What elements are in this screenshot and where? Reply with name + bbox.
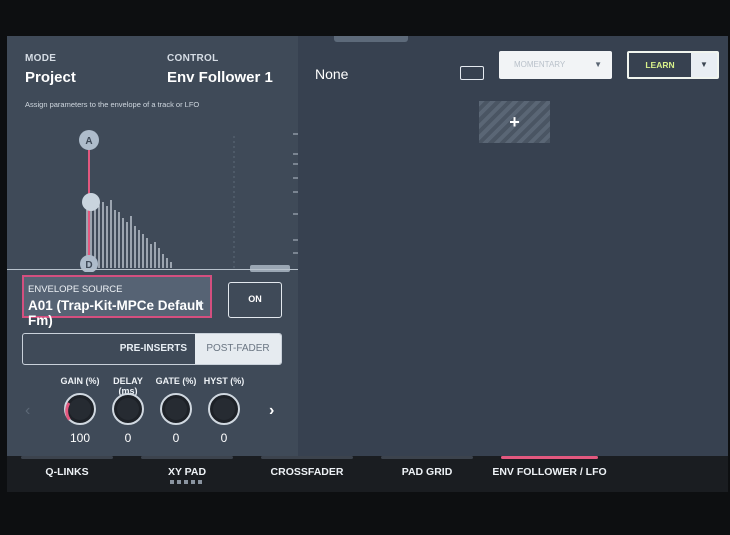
tab-q-links[interactable]: Q-LINKS	[7, 456, 127, 492]
gain-knob[interactable]	[62, 391, 98, 427]
post-fader-option[interactable]: POST-FADER	[195, 334, 281, 364]
hyst-label: HYST (%)	[203, 376, 245, 386]
gate-value: 0	[172, 431, 180, 445]
pre-inserts-option[interactable]: PRE-INSERTS	[23, 334, 195, 364]
on-button[interactable]: ON	[228, 282, 282, 318]
assignment-panel: None MOMENTARY ▼ LEARN ▼ +	[298, 36, 728, 456]
chevron-down-icon: ▼	[195, 299, 204, 309]
envelope-source-dropdown[interactable]: ENVELOPE SOURCE A01 (Trap-Kit-MPCe Defau…	[22, 275, 212, 328]
tab-label: XY PAD	[167, 466, 207, 478]
drawer-handle[interactable]	[334, 36, 408, 42]
envelope-point-handle[interactable]	[82, 193, 100, 211]
marker-a-label: A	[85, 136, 92, 147]
tab-indicator	[501, 456, 598, 459]
target-name: None	[315, 66, 349, 82]
tab-env-follower-lfo[interactable]: ENV FOLLOWER / LFO	[487, 456, 612, 492]
insert-position-toggle[interactable]: PRE-INSERTS POST-FADER	[22, 333, 282, 365]
gain-label: GAIN (%)	[60, 376, 100, 386]
mode-dropdown[interactable]: MOMENTARY ▼	[499, 51, 612, 79]
mode-dropdown-value: MOMENTARY	[514, 60, 566, 69]
chevron-left-icon[interactable]: ‹	[25, 402, 30, 420]
gate-knob[interactable]	[158, 391, 194, 427]
learn-button[interactable]: LEARN ▼	[627, 51, 719, 79]
description-text: Assign parameters to the envelope of a t…	[25, 100, 200, 109]
tab-label: Q-LINKS	[45, 466, 89, 478]
envelope-source-value: A01 (Trap-Kit-MPCe Default Fm)	[28, 298, 204, 328]
tab-indicator	[261, 456, 353, 459]
delay-knob[interactable]	[110, 391, 146, 427]
env-follower-settings-panel: MODE Project CONTROL Env Follower 1 Assi…	[7, 36, 299, 456]
bottom-tab-bar: Q-LINKS XY PAD CROSSFADER PAD GRID ENV F…	[7, 456, 728, 492]
delay-value: 0	[124, 431, 132, 445]
graph-baseline	[7, 269, 298, 270]
touch-screen: MODE Project CONTROL Env Follower 1 Assi…	[7, 36, 728, 456]
control-value[interactable]: Env Follower 1	[167, 69, 273, 86]
waveform	[86, 196, 172, 268]
control-label: CONTROL	[167, 53, 219, 64]
tab-indicator	[21, 456, 113, 459]
chevron-down-icon: ▼	[594, 60, 602, 69]
tab-label: CROSSFADER	[270, 466, 344, 478]
envelope-graph[interactable]: A D	[19, 126, 299, 272]
tab-crossfader[interactable]: CROSSFADER	[247, 456, 367, 492]
envelope-source-label: ENVELOPE SOURCE	[28, 284, 123, 295]
gate-label: GATE (%)	[155, 376, 197, 386]
mode-label: MODE	[25, 53, 57, 64]
keyboard-icon[interactable]	[460, 66, 484, 80]
graph-grid	[233, 133, 299, 268]
tab-xy-pad[interactable]: XY PAD	[127, 456, 247, 492]
learn-label: LEARN	[645, 60, 675, 70]
page-dots	[170, 480, 202, 484]
hyst-knob[interactable]	[206, 391, 242, 427]
add-assignment-button[interactable]: +	[479, 101, 550, 143]
chevron-right-icon[interactable]: ›	[269, 402, 274, 420]
hyst-value: 0	[220, 431, 228, 445]
tab-indicator	[381, 456, 473, 459]
chevron-down-icon[interactable]: ▼	[691, 53, 717, 77]
tab-pad-grid[interactable]: PAD GRID	[367, 456, 487, 492]
gain-value: 100	[69, 431, 91, 445]
mode-value[interactable]: Project	[25, 69, 76, 86]
tab-label: ENV FOLLOWER / LFO	[492, 466, 607, 478]
tab-indicator	[141, 456, 233, 459]
tab-label: PAD GRID	[401, 466, 453, 478]
